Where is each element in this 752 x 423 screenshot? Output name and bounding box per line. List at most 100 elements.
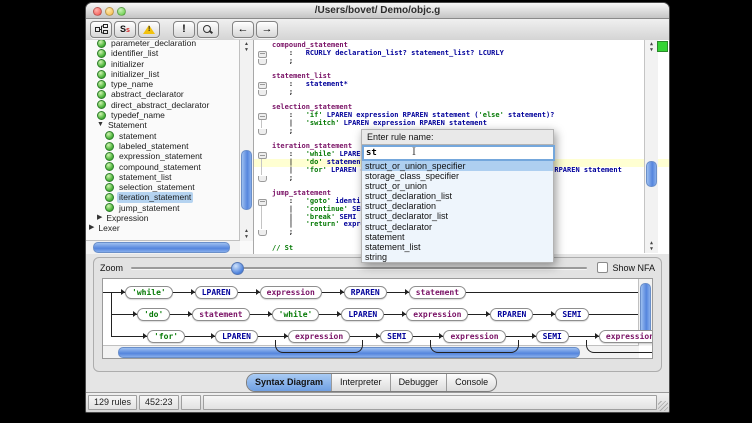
suggestion-storage_class_specifier[interactable]: storage_class_specifier — [362, 171, 553, 181]
sidebar-item-abstract_declarator[interactable]: abstract_declarator — [86, 89, 240, 99]
diagram-node-LPAREN[interactable]: LPAREN — [195, 286, 238, 299]
suggestion-statement[interactable]: statement — [362, 232, 553, 242]
diagram-line — [319, 314, 341, 315]
zoom-window-button[interactable] — [117, 7, 126, 16]
diagram-node-statement[interactable]: statement — [192, 308, 249, 321]
editor-vertical-scrollbar[interactable]: ▲▼ ▲▼ — [644, 40, 658, 253]
check-grammar-button[interactable]: ! — [173, 21, 195, 38]
sidebar-item-labeled_statement[interactable]: labeled_statement — [86, 141, 240, 151]
sidebar-item-label: iteration_statement — [117, 192, 193, 202]
fold-close-icon[interactable] — [258, 176, 267, 182]
diagram-node-LPAREN[interactable]: LPAREN — [215, 330, 258, 343]
sidebar-item-lexer[interactable]: ▶Lexer — [86, 223, 240, 233]
editor-scrollbar-thumb[interactable] — [646, 161, 657, 187]
tab-interpreter[interactable]: Interpreter — [332, 374, 391, 391]
fold-close-icon[interactable] — [258, 59, 267, 65]
suggestion-string[interactable]: string — [362, 252, 553, 262]
rule-icon — [105, 131, 114, 140]
suggestion-struct_declaration[interactable]: struct_declaration — [362, 201, 553, 211]
fold-close-icon[interactable] — [258, 230, 267, 236]
diagram-horizontal-scrollbar[interactable] — [103, 345, 639, 358]
sidebar-vertical-scrollbar[interactable]: ▲▼ ▲▼ — [239, 40, 253, 241]
diagram-node-while[interactable]: 'while' — [125, 286, 173, 299]
rules-tree-button[interactable] — [90, 21, 112, 38]
scroll-up-icon[interactable]: ▲▼ — [240, 41, 253, 53]
diagram-node-RPAREN[interactable]: RPAREN — [344, 286, 387, 299]
syntax-ss-button[interactable]: Ss — [114, 21, 136, 38]
sidebar-item-jump_statement[interactable]: jump_statement — [86, 203, 240, 213]
disclosure-triangle-icon[interactable]: ▼ — [97, 120, 104, 130]
sidebar-item-initializer[interactable]: initializer — [86, 59, 240, 69]
fold-close-icon[interactable] — [258, 90, 267, 96]
diagram-node-statement[interactable]: statement — [409, 286, 466, 299]
sidebar-scrollbar-thumb[interactable] — [241, 150, 252, 210]
sidebar-item-expression_statement[interactable]: expression_statement — [86, 151, 240, 161]
scroll-down-icon[interactable]: ▲▼ — [645, 240, 658, 252]
suggestion-struct_declarator[interactable]: struct_declarator — [362, 222, 553, 232]
sidebar-item-initializer_list[interactable]: initializer_list — [86, 69, 240, 79]
sidebar-item-typedef_name[interactable]: typedef_name — [86, 110, 240, 120]
sidebar-item-parameter_declaration[interactable]: parameter_declaration — [86, 40, 240, 48]
diagram-node-expression[interactable]: expression — [406, 308, 468, 321]
editor-line-text: | 'switch' LPAREN expression RPAREN stat… — [272, 119, 487, 127]
suggestion-struct_or_union_specifier[interactable]: struct_or_union_specifier — [362, 161, 553, 171]
diagram-node-RPAREN[interactable]: RPAREN — [490, 308, 533, 321]
disclosure-triangle-icon[interactable]: ▶ — [97, 213, 102, 223]
suggestion-struct_declaration_list[interactable]: struct_declaration_list — [362, 191, 553, 201]
close-window-button[interactable] — [93, 7, 102, 16]
forward-button[interactable]: → — [256, 21, 278, 38]
editor-line[interactable]: : statement* — [254, 81, 644, 89]
editor-line[interactable]: | 'switch' LPAREN expression RPAREN stat… — [254, 120, 644, 128]
diagram-scrollbar-thumb[interactable] — [640, 283, 651, 337]
editor-line[interactable]: : RCURLY declaration_list? statement_lis… — [254, 50, 644, 58]
disclosure-triangle-icon[interactable]: ▶ — [89, 223, 94, 233]
diagram-node-expression[interactable]: expression — [599, 330, 653, 343]
zoom-slider-track[interactable] — [131, 267, 587, 269]
diagram-node-SEMI[interactable]: SEMI — [380, 330, 413, 343]
sidebar-item-identifier_list[interactable]: identifier_list — [86, 48, 240, 58]
sidebar-item-statement[interactable]: statement — [86, 131, 240, 141]
show-nfa-checkbox[interactable] — [597, 262, 608, 273]
back-button[interactable]: ← — [232, 21, 254, 38]
sidebar-hscrollbar-thumb[interactable] — [93, 242, 230, 253]
suggestion-statement_list[interactable]: statement_list — [362, 242, 553, 252]
diagram-node-while[interactable]: 'while' — [272, 308, 320, 321]
sidebar-item-statement_list[interactable]: statement_list — [86, 172, 240, 182]
editor-line[interactable]: ; — [254, 58, 644, 66]
diagram-node-expression[interactable]: expression — [443, 330, 505, 343]
zoom-slider[interactable] — [131, 262, 587, 273]
scroll-down-icon[interactable]: ▲▼ — [240, 228, 253, 240]
sidebar-item-statement[interactable]: ▼Statement — [86, 120, 240, 130]
sidebar-horizontal-scrollbar[interactable] — [86, 240, 240, 254]
title-bar[interactable]: /Users/bovet/ Demo/objc.g — [86, 3, 669, 19]
diagram-node-LPAREN[interactable]: LPAREN — [341, 308, 384, 321]
diagram-node-expression[interactable]: expression — [288, 330, 350, 343]
diagram-node-for[interactable]: 'for' — [147, 330, 185, 343]
sidebar-item-compound_statement[interactable]: compound_statement — [86, 162, 240, 172]
sidebar-item-iteration_statement[interactable]: iteration_statement — [86, 192, 240, 202]
tab-console[interactable]: Console — [447, 374, 496, 391]
sidebar-item-label: parameter_declaration — [109, 40, 198, 48]
diagram-node-expression[interactable]: expression — [260, 286, 322, 299]
find-button[interactable] — [197, 21, 219, 38]
tab-debugger[interactable]: Debugger — [391, 374, 448, 391]
editor-line[interactable]: ; — [254, 89, 644, 97]
sidebar-item-expression[interactable]: ▶Expression — [86, 213, 240, 223]
zoom-slider-thumb[interactable] — [231, 262, 244, 275]
suggestion-struct_or_union[interactable]: struct_or_union — [362, 181, 553, 191]
sidebar-item-selection_statement[interactable]: selection_statement — [86, 182, 240, 192]
sidebar-item-type_name[interactable]: type_name — [86, 79, 240, 89]
sidebar-item-direct_abstract_declarator[interactable]: direct_abstract_declarator — [86, 100, 240, 110]
diagram-node-do[interactable]: 'do' — [137, 308, 170, 321]
resize-grip[interactable] — [658, 401, 668, 411]
editor-line-text: // St — [272, 244, 293, 252]
rule-name-input[interactable] — [362, 145, 555, 161]
warnings-button[interactable]: ! — [138, 21, 160, 38]
suggestion-struct_declarator_list[interactable]: struct_declarator_list — [362, 211, 553, 221]
fold-close-icon[interactable] — [258, 129, 267, 135]
ss-icon: Ss — [120, 25, 130, 35]
minimize-window-button[interactable] — [105, 7, 114, 16]
tab-syntax-diagram[interactable]: Syntax Diagram — [247, 374, 332, 391]
diagram-node-SEMI[interactable]: SEMI — [536, 330, 569, 343]
diagram-node-SEMI[interactable]: SEMI — [555, 308, 588, 321]
